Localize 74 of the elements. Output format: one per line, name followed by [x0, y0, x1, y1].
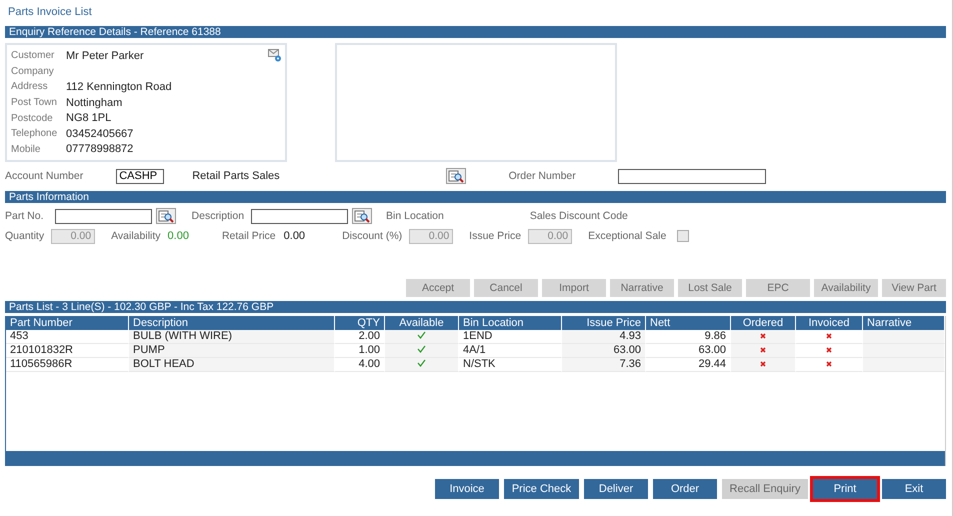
account-name: Retail Parts Sales	[192, 170, 280, 182]
column-header: Nett	[646, 316, 731, 330]
column-header: Bin Location	[459, 316, 562, 330]
field-value: 112 Kennington Road	[66, 80, 172, 93]
search-button[interactable]	[446, 168, 466, 184]
part-number-field[interactable]	[54, 208, 152, 224]
field-label: Address	[11, 81, 49, 92]
column-header: Available	[385, 316, 459, 330]
account-number-field[interactable]: CASHP	[116, 168, 164, 184]
section-header: Enquiry Reference Details - Reference 61388	[5, 26, 946, 38]
section-header: Parts List - 3 Line(S) - 102.30 GBP - Inc Tax 122.76 GBP	[5, 301, 946, 313]
field-value: 07778998872	[66, 143, 134, 156]
order-number-field[interactable]	[618, 168, 766, 184]
table-cell: 210101832R	[6, 344, 129, 358]
table-cell: 4.00	[335, 358, 385, 372]
field-label: Mobile	[11, 144, 42, 155]
table-cell: 7.36	[562, 358, 646, 372]
field-label: Telephone	[11, 128, 58, 140]
availability-value: 0.00	[168, 230, 189, 242]
field-label: Bin Location	[386, 210, 444, 222]
field-label: Sales Discount Code	[530, 210, 628, 222]
table-cell: 63.00	[646, 344, 731, 358]
field-value: Nottingham	[66, 96, 122, 109]
footer-button[interactable]: Price Check	[504, 479, 579, 499]
table-cell: PUMP	[129, 344, 335, 358]
field-label: Post Town	[11, 97, 58, 108]
field-label: Issue Price	[469, 230, 522, 242]
table-cell: 453	[6, 330, 129, 344]
table-cell: 63.00	[562, 344, 646, 358]
footer-button[interactable]: Print	[813, 479, 877, 499]
table-cell: 2.00	[335, 330, 385, 344]
footer-button[interactable]: Exit	[882, 479, 946, 499]
field-label: Availability	[111, 230, 161, 242]
retail-price-value: 0.00	[284, 230, 306, 242]
field-value: 03452405667	[66, 128, 134, 140]
table-cell: 110565986R	[6, 358, 129, 372]
field-value: Mr Peter Parker	[66, 50, 144, 62]
column-header: QTY	[335, 316, 385, 330]
table-cell: BULB (WITH WIRE)	[129, 330, 335, 344]
window-title: Parts Invoice List	[7, 5, 93, 20]
table-cell: BOLT HEAD	[129, 358, 335, 372]
table-cell: 4A/1	[459, 344, 562, 358]
field-label: Postcode	[11, 112, 54, 124]
table-cell: 1.00	[335, 344, 385, 358]
column-header: Issue Price	[562, 316, 646, 330]
search-button[interactable]	[352, 208, 372, 224]
column-header: Description	[129, 316, 335, 330]
footer-button[interactable]: Deliver	[584, 479, 648, 499]
table-cell: 1END	[459, 330, 562, 344]
table-cell: 29.44	[646, 358, 731, 372]
table-cell: 9.86	[646, 330, 731, 344]
field-label: Quantity	[5, 230, 44, 242]
field-label: Exceptional Sale	[588, 230, 666, 242]
field-label: Account Number	[5, 170, 84, 182]
footer-button[interactable]: Order	[653, 479, 717, 499]
description-field[interactable]	[251, 208, 348, 224]
footer-button[interactable]: Invoice	[435, 479, 499, 499]
table-cell: 4.93	[562, 330, 646, 344]
field-label: Part No.	[5, 210, 44, 222]
field-label: Company	[11, 66, 55, 77]
field-label: Customer	[11, 50, 56, 62]
search-button[interactable]	[156, 208, 176, 224]
column-header: Invoiced	[796, 316, 863, 330]
column-header: Part Number	[6, 316, 129, 330]
column-header: Ordered	[731, 316, 796, 330]
field-label: Order Number	[508, 170, 576, 182]
table-cell: N/STK	[459, 358, 562, 372]
column-header: Narrative	[863, 316, 945, 330]
field-value: NG8 1PL	[66, 112, 112, 124]
field-label: Description	[192, 210, 244, 222]
exceptional-sale-checkbox[interactable]	[677, 230, 690, 242]
section-header: Parts Information	[5, 191, 946, 203]
field-label: Retail Price	[222, 230, 276, 242]
field-label: Discount (%)	[342, 230, 402, 242]
